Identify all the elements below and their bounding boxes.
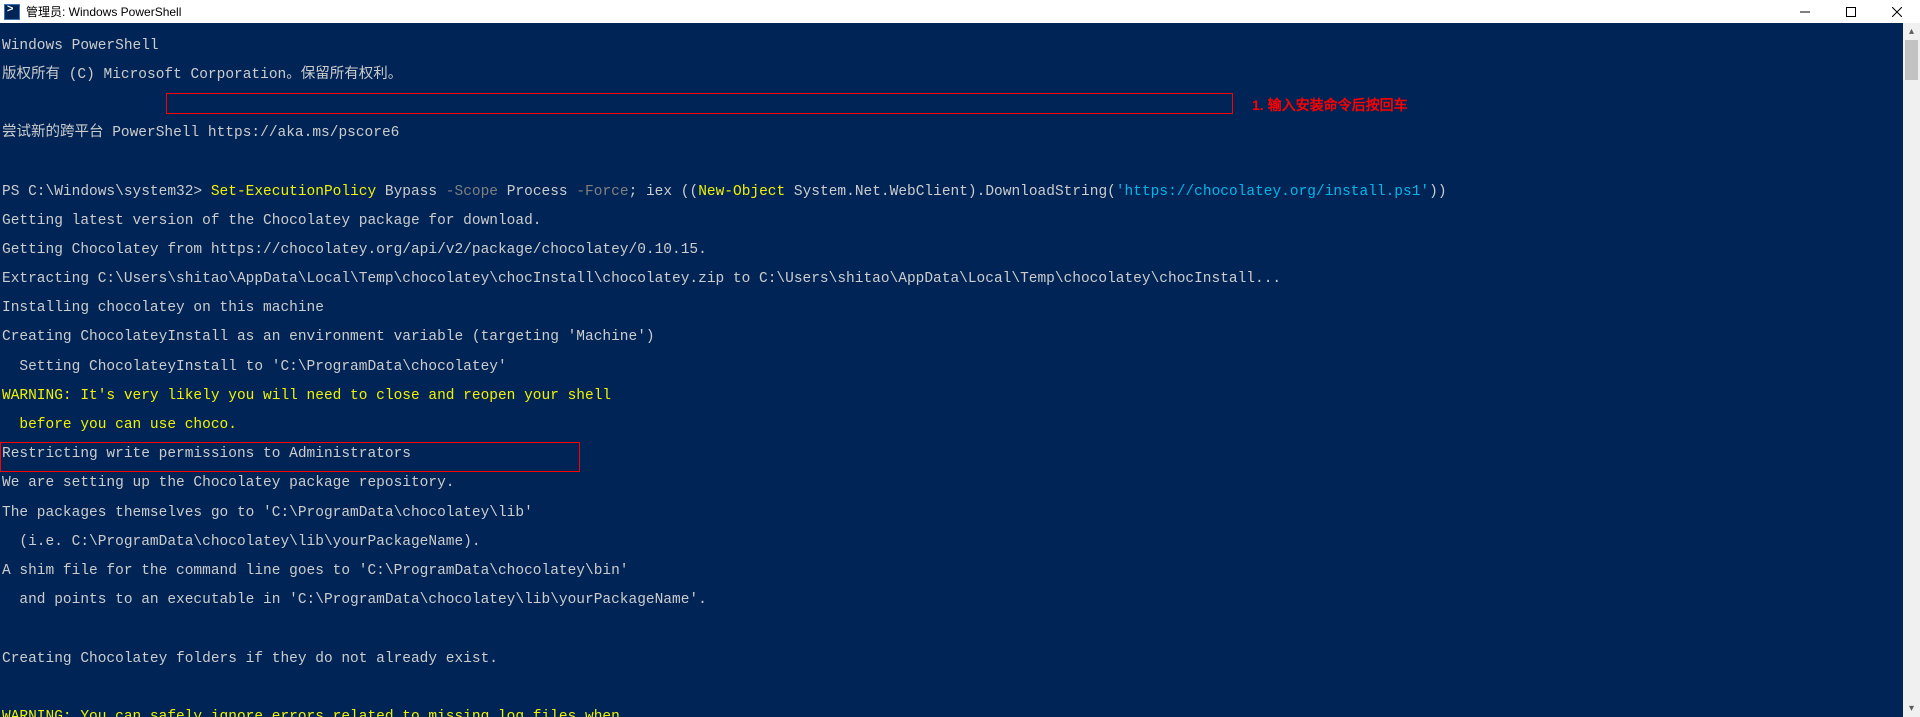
cmd-token: Bypass (376, 184, 446, 200)
minimize-icon (1800, 7, 1810, 17)
output-line: Setting ChocolateyInstall to 'C:\Program… (2, 360, 1920, 375)
powershell-icon (4, 4, 20, 20)
banner-line: 尝试新的跨平台 PowerShell https://aka.ms/pscore… (2, 126, 1920, 141)
output-line: Restricting write permissions to Adminis… (2, 447, 1920, 462)
output-line: The packages themselves go to 'C:\Progra… (2, 506, 1920, 521)
vertical-scrollbar[interactable]: ▴ ▾ (1903, 23, 1920, 717)
output-line: (i.e. C:\ProgramData\chocolatey\lib\your… (2, 535, 1920, 550)
warning-line: before you can use choco. (2, 418, 1920, 433)
output-line: Installing chocolatey on this machine (2, 301, 1920, 316)
window-titlebar: 管理员: Windows PowerShell (0, 0, 1920, 23)
blank-line (2, 681, 1920, 696)
output-line: Extracting C:\Users\shitao\AppData\Local… (2, 272, 1920, 287)
cmd-token: -Scope (446, 184, 498, 200)
cmd-token: System.Net.WebClient).DownloadString( (785, 184, 1116, 200)
close-button[interactable] (1874, 0, 1920, 23)
banner-line: 版权所有 (C) Microsoft Corporation。保留所有权利。 (2, 68, 1920, 83)
output-line: Creating Chocolatey folders if they do n… (2, 652, 1920, 667)
output-line: We are setting up the Chocolatey package… (2, 476, 1920, 491)
close-icon (1892, 7, 1902, 17)
window-title: 管理员: Windows PowerShell (26, 3, 181, 20)
banner-line: Windows PowerShell (2, 39, 1920, 54)
output-line: Getting Chocolatey from https://chocolat… (2, 243, 1920, 258)
chevron-down-icon: ▾ (1909, 703, 1914, 715)
output-line: and points to an executable in 'C:\Progr… (2, 593, 1920, 608)
blank-line (2, 97, 1920, 112)
warning-line: WARNING: You can safely ignore errors re… (2, 710, 1920, 717)
maximize-button[interactable] (1828, 0, 1874, 23)
scroll-up-button[interactable]: ▴ (1903, 23, 1920, 40)
prompt: PS C:\Windows\system32> (2, 184, 211, 200)
output-line: A shim file for the command line goes to… (2, 564, 1920, 579)
cmd-url: 'https://chocolatey.org/install.ps1' (1116, 184, 1429, 200)
minimize-button[interactable] (1782, 0, 1828, 23)
output-line: Getting latest version of the Chocolatey… (2, 214, 1920, 229)
scroll-down-button[interactable]: ▾ (1903, 700, 1920, 717)
warning-line: WARNING: It's very likely you will need … (2, 389, 1920, 404)
terminal-output: Windows PowerShell 版权所有 (C) Microsoft Co… (0, 23, 1920, 717)
cmd-token: New-Object (698, 184, 785, 200)
command-line: PS C:\Windows\system32> Set-ExecutionPol… (2, 185, 1920, 200)
cmd-token: Process (498, 184, 576, 200)
cmd-token: ; iex (( (629, 184, 699, 200)
scroll-thumb[interactable] (1905, 40, 1918, 80)
blank-line (2, 155, 1920, 170)
cmd-token: -Force (576, 184, 628, 200)
maximize-icon (1846, 7, 1856, 17)
blank-line (2, 622, 1920, 637)
terminal-area[interactable]: Windows PowerShell 版权所有 (C) Microsoft Co… (0, 23, 1920, 717)
cmd-token: Set-ExecutionPolicy (211, 184, 376, 200)
output-line: Creating ChocolateyInstall as an environ… (2, 330, 1920, 345)
chevron-up-icon: ▴ (1909, 26, 1914, 38)
cmd-token: )) (1429, 184, 1446, 200)
